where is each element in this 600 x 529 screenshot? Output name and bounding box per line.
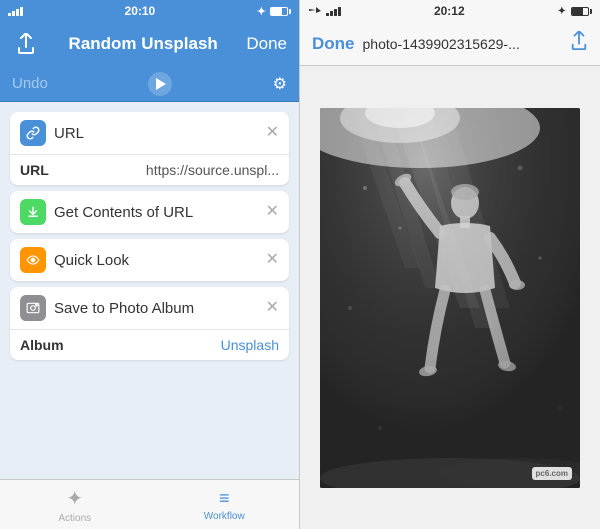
left-status-left xyxy=(8,7,23,16)
save-photo-left: Save to Photo Album xyxy=(20,295,194,321)
battery-icon xyxy=(270,7,291,16)
right-share-icon[interactable] xyxy=(570,31,588,57)
url-card-body: URL https://source.unspl... xyxy=(10,154,289,185)
settings-icon[interactable]: ⚙ xyxy=(273,74,287,94)
quick-look-action-title: Quick Look xyxy=(54,252,129,269)
get-contents-action-title: Get Contents of URL xyxy=(54,204,193,221)
quick-look-header: Quick Look ✕ xyxy=(10,239,289,281)
get-contents-action-card: Get Contents of URL ✕ xyxy=(10,191,289,233)
workflow-tab-icon: ≡ xyxy=(219,488,230,509)
right-bluetooth-icon: ✦ xyxy=(558,6,566,17)
save-photo-icon xyxy=(20,295,46,321)
nav-title: Random Unsplash xyxy=(69,34,218,54)
actions-tab-label: Actions xyxy=(58,513,91,524)
play-button[interactable] xyxy=(148,72,172,96)
album-value[interactable]: Unsplash xyxy=(221,337,279,353)
right-status-time: 20:12 xyxy=(434,4,465,18)
get-contents-left: Get Contents of URL xyxy=(20,199,193,225)
left-nav-bar: Random Unsplash Done xyxy=(0,22,299,66)
save-photo-action-title: Save to Photo Album xyxy=(54,300,194,317)
get-contents-header: Get Contents of URL ✕ xyxy=(10,191,289,233)
save-photo-card-body: Album Unsplash xyxy=(10,329,289,360)
signal-icon xyxy=(8,7,23,16)
save-photo-close-button[interactable]: ✕ xyxy=(266,300,279,316)
photo-svg xyxy=(320,108,580,488)
url-action-title: URL xyxy=(54,125,84,142)
left-panel: 20:10 ✦ Random Unsplash Done Undo ⚙ xyxy=(0,0,300,529)
quick-look-left: Quick Look xyxy=(20,247,129,273)
url-action-card: URL ✕ URL https://source.unspl... xyxy=(10,112,289,185)
actions-list: URL ✕ URL https://source.unspl... xyxy=(0,102,299,479)
right-signal-icon xyxy=(326,7,341,16)
quick-look-close-button[interactable]: ✕ xyxy=(266,252,279,268)
bluetooth-icon: ✦ xyxy=(257,5,266,18)
watermark: pc6.com xyxy=(532,467,572,480)
quick-look-icon xyxy=(20,247,46,273)
right-status-bar: 20:12 ✦ xyxy=(300,0,600,22)
workflow-tab-label: Workflow xyxy=(204,511,245,522)
tab-actions[interactable]: ✦ Actions xyxy=(0,486,150,524)
tab-workflow[interactable]: ≡ Workflow xyxy=(150,488,300,522)
get-contents-close-button[interactable]: ✕ xyxy=(266,204,279,220)
url-card-left: URL xyxy=(20,120,84,146)
play-icon xyxy=(156,78,166,90)
url-card-header: URL ✕ xyxy=(10,112,289,154)
right-panel: 20:12 ✦ Done photo-1439902315629-... xyxy=(300,0,600,529)
photo-container: pc6.com xyxy=(300,66,600,529)
save-photo-action-card: Save to Photo Album ✕ Album Unsplash xyxy=(10,287,289,360)
url-icon xyxy=(20,120,46,146)
share-icon[interactable] xyxy=(12,30,40,58)
save-photo-header: Save to Photo Album ✕ xyxy=(10,287,289,329)
actions-tab-icon: ✦ xyxy=(66,486,83,511)
right-nav-title: photo-1439902315629-... xyxy=(355,36,571,52)
url-field-label: URL xyxy=(20,162,49,178)
get-contents-icon xyxy=(20,199,46,225)
right-status-left xyxy=(308,6,341,16)
album-label: Album xyxy=(20,337,64,353)
left-status-time: 20:10 xyxy=(125,4,156,18)
photo-frame: pc6.com xyxy=(320,108,580,488)
right-done-button[interactable]: Done xyxy=(312,34,355,54)
left-status-right: ✦ xyxy=(257,5,291,18)
right-nav-bar: Done photo-1439902315629-... xyxy=(300,22,600,66)
done-button[interactable]: Done xyxy=(246,34,287,54)
undo-button[interactable]: Undo xyxy=(12,75,48,92)
airplane-icon xyxy=(308,6,322,16)
right-battery-icon xyxy=(571,7,592,16)
right-status-right: ✦ xyxy=(558,6,592,17)
toolbar: Undo ⚙ xyxy=(0,66,299,102)
left-status-bar: 20:10 ✦ xyxy=(0,0,299,22)
url-close-button[interactable]: ✕ xyxy=(266,125,279,141)
url-field-value[interactable]: https://source.unspl... xyxy=(146,162,279,178)
quick-look-action-card: Quick Look ✕ xyxy=(10,239,289,281)
tab-bar: ✦ Actions ≡ Workflow xyxy=(0,479,299,529)
